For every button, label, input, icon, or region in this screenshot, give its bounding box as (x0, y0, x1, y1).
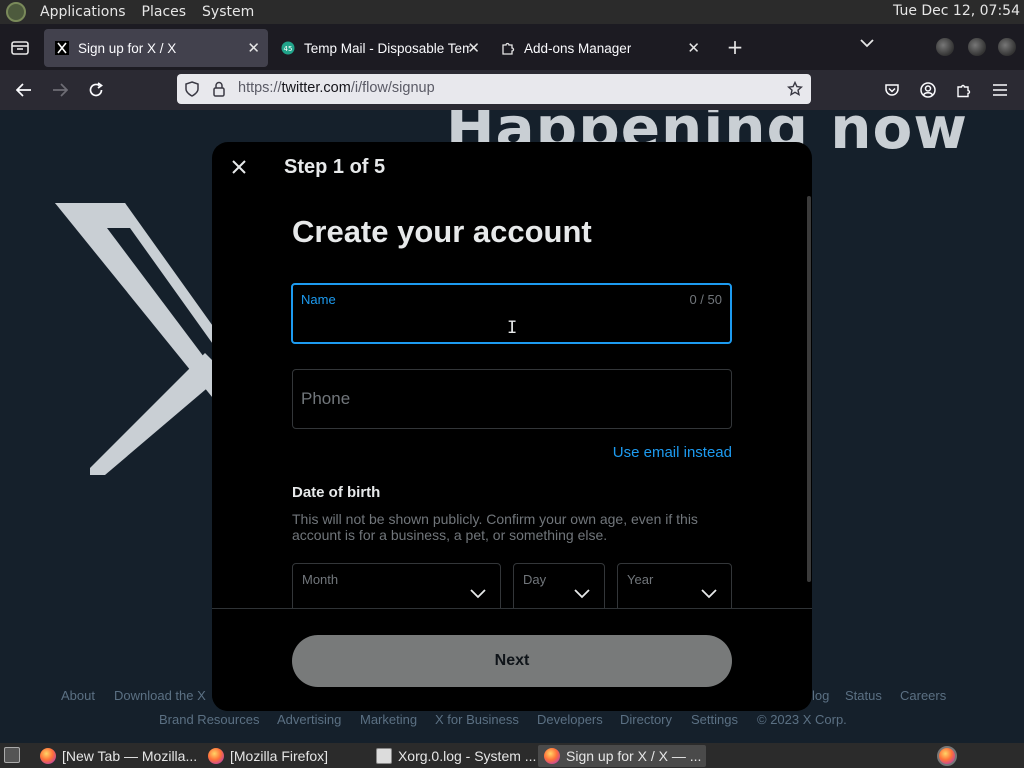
show-desktop-icon[interactable] (4, 747, 20, 763)
name-label: Name (301, 292, 336, 307)
tab-close-icon[interactable]: ✕ (467, 39, 480, 57)
next-button[interactable]: Next (292, 635, 732, 687)
tab-close-icon[interactable]: ✕ (687, 39, 700, 57)
tab-close-icon[interactable]: ✕ (247, 39, 260, 57)
list-all-tabs-chevron-icon[interactable] (860, 36, 874, 52)
taskbar-item-mozilla-firefox[interactable]: [Mozilla Firefox] (202, 745, 368, 767)
lock-icon[interactable] (210, 80, 228, 98)
firefox-icon (208, 748, 224, 764)
taskbar-item-sign-up-x[interactable]: Sign up for X / X — ... (538, 745, 706, 767)
temp-mail-icon: 45 (280, 40, 296, 56)
system-top-panel: Applications Places System Tue Dec 12, 0… (0, 0, 1024, 24)
modal-scrollbar[interactable] (807, 196, 811, 582)
menu-system[interactable]: System (194, 4, 262, 20)
text-cursor-icon: I (507, 318, 518, 338)
taskbar-item-label: [Mozilla Firefox] (230, 748, 329, 764)
tab-sign-up-x[interactable]: Sign up for X / X ✕ (44, 29, 268, 67)
taskbar-item-new-tab[interactable]: [New Tab — Mozilla... (34, 745, 200, 767)
chevron-down-icon (574, 584, 590, 603)
firefox-view-icon[interactable] (0, 24, 40, 70)
footer-link-download[interactable]: Download the X (114, 688, 206, 703)
chevron-down-icon (470, 584, 486, 603)
year-label: Year (627, 572, 654, 587)
extensions-puzzle-icon[interactable] (954, 80, 974, 100)
footer-link-careers[interactable]: Careers (900, 688, 946, 703)
modal-footer: Next (212, 608, 812, 711)
taskbar-item-label: Xorg.0.log - System ... (397, 748, 536, 764)
tab-title: Sign up for X / X (78, 40, 177, 56)
step-indicator: Step 1 of 5 (284, 156, 386, 178)
maximize-window-button[interactable] (968, 38, 986, 56)
footer-link-developers[interactable]: Developers (537, 712, 603, 727)
firefox-icon (544, 748, 560, 764)
use-email-instead-link[interactable]: Use email instead (613, 444, 732, 461)
menu-places[interactable]: Places (134, 4, 195, 20)
x-logo-large-icon (55, 203, 225, 479)
footer-link-about[interactable]: About (61, 688, 95, 703)
footer-copyright: © 2023 X Corp. (757, 712, 847, 727)
taskbar-item-label: Sign up for X / X — ... (566, 748, 702, 764)
system-clock[interactable]: Tue Dec 12, 07:54 (893, 3, 1020, 19)
tracking-protection-shield-icon[interactable] (183, 80, 201, 98)
minimize-window-button[interactable] (936, 38, 954, 56)
footer-link-directory[interactable]: Directory (620, 712, 672, 727)
url-path: /i/flow/signup (350, 80, 435, 96)
tray-firefox-icon[interactable] (937, 746, 957, 766)
day-label: Day (523, 572, 547, 587)
browser-tab-bar: Sign up for X / X ✕ 45 Temp Mail - Dispo… (0, 24, 1024, 70)
menu-applications[interactable]: Applications (32, 4, 134, 20)
phone-placeholder: Phone (301, 389, 351, 408)
pocket-icon[interactable] (882, 80, 902, 100)
phone-field[interactable]: Phone (292, 369, 732, 429)
distro-logo-icon[interactable] (6, 2, 26, 22)
footer-link-x-for-business[interactable]: X for Business (435, 712, 519, 727)
name-field[interactable]: Name 0 / 50 I (291, 283, 732, 344)
footer-link-brand-resources[interactable]: Brand Resources (159, 712, 259, 727)
reload-icon[interactable] (84, 78, 108, 102)
new-tab-plus-icon[interactable]: + (718, 30, 752, 64)
tab-temp-mail[interactable]: 45 Temp Mail - Disposable Tem ✕ (270, 29, 488, 67)
back-arrow-icon[interactable] (12, 78, 36, 102)
account-icon[interactable] (918, 80, 938, 100)
month-label: Month (302, 572, 339, 587)
tab-title: Temp Mail - Disposable Tem (304, 40, 470, 56)
bottom-taskbar: [New Tab — Mozilla... [Mozilla Firefox] … (0, 743, 1024, 768)
footer-link-settings[interactable]: Settings (691, 712, 738, 727)
footer-link-blog[interactable]: log (812, 688, 829, 703)
modal-title: Create your account (292, 214, 592, 249)
address-bar[interactable]: https://twitter.com/i/flow/signup (177, 74, 811, 104)
date-of-birth-description: This will not be shown publicly. Confirm… (292, 511, 698, 543)
footer-link-marketing[interactable]: Marketing (360, 712, 417, 727)
hamburger-menu-icon[interactable] (990, 80, 1010, 100)
footer-link-advertising[interactable]: Advertising (277, 712, 341, 727)
tab-title: Add-ons Manager (524, 40, 632, 56)
x-logo-icon (54, 40, 70, 56)
taskbar-item-xorg-log[interactable]: Xorg.0.log - System ... (370, 745, 536, 767)
date-of-birth-heading: Date of birth (292, 484, 381, 501)
url-host: twitter.com (281, 80, 351, 96)
chevron-down-icon (701, 584, 717, 603)
firefox-icon (40, 748, 56, 764)
puzzle-icon (500, 40, 516, 56)
svg-text:45: 45 (284, 45, 293, 53)
close-modal-icon[interactable] (228, 156, 250, 178)
url-prefix: https:// (238, 80, 282, 96)
signup-modal: Step 1 of 5 Create your account Name 0 /… (212, 142, 812, 711)
browser-nav-bar: https://twitter.com/i/flow/signup (0, 70, 1024, 110)
close-window-button[interactable] (998, 38, 1016, 56)
name-char-counter: 0 / 50 (689, 292, 722, 307)
forward-arrow-icon[interactable] (48, 78, 72, 102)
url-text[interactable]: https://twitter.com/i/flow/signup (238, 80, 435, 96)
footer-link-status[interactable]: Status (845, 688, 882, 703)
bookmark-star-icon[interactable] (786, 80, 804, 98)
log-viewer-icon (376, 748, 392, 764)
tab-add-ons-manager[interactable]: Add-ons Manager ✕ (490, 29, 708, 67)
taskbar-item-label: [New Tab — Mozilla... (62, 748, 198, 764)
